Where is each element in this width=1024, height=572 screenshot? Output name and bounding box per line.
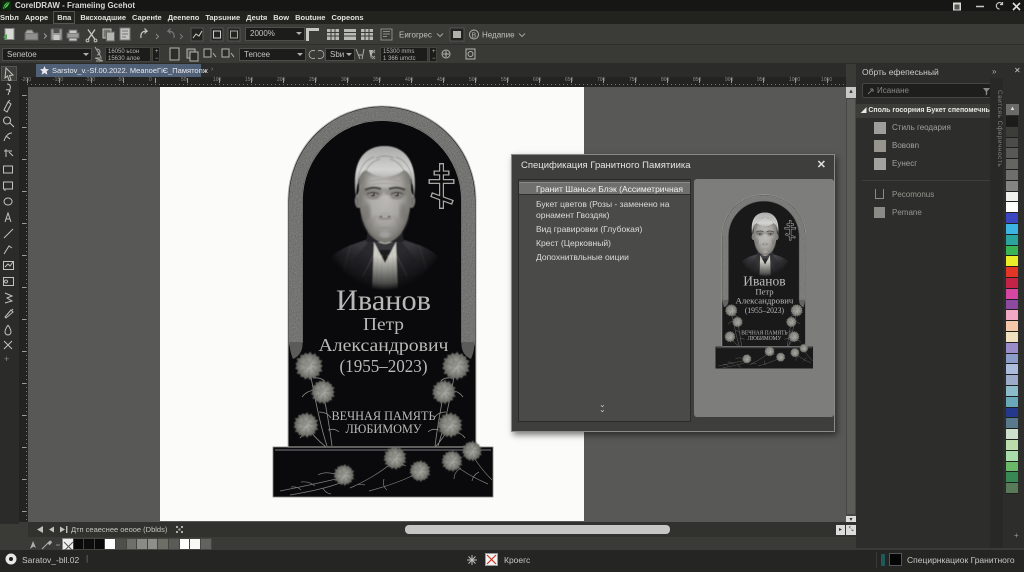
svg-text:Недаnие: Недаnие xyxy=(482,31,515,40)
svg-text:Александрович: Александрович xyxy=(319,335,449,355)
svg-text:Петр: Петр xyxy=(755,287,773,296)
svg-text:(1955–2023): (1955–2023) xyxy=(340,356,428,377)
svg-text:Еигогрес: Еигогрес xyxy=(399,31,432,40)
svg-text:Иванов: Иванов xyxy=(743,273,785,288)
svg-text:B: B xyxy=(472,33,477,40)
svg-text:(1955–2023): (1955–2023) xyxy=(745,306,784,315)
svg-text:Петр: Петр xyxy=(363,314,404,334)
svg-text:ЛЮБИМОМУ: ЛЮБИМОМУ xyxy=(748,336,783,342)
svg-text:ВЕЧНАЯ ПАМЯТЬ: ВЕЧНАЯ ПАМЯТЬ xyxy=(741,330,788,336)
svg-text:Иванов: Иванов xyxy=(336,284,431,317)
svg-text:ЛЮБИМОМУ: ЛЮБИМОМУ xyxy=(346,421,423,436)
svg-text:Александрович: Александрович xyxy=(736,297,794,306)
